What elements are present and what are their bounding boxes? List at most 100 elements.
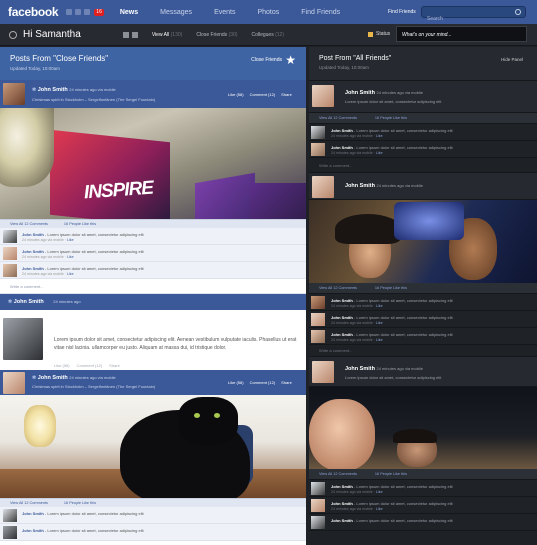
filter-view-all[interactable]: View All (130) [152, 32, 183, 38]
commenter-avatar[interactable] [3, 247, 17, 260]
view-all-comments-link[interactable]: View All 12 Comments [319, 472, 357, 476]
comment: John Smith - Lorem ipsum dolor sit amet,… [309, 311, 537, 328]
people-like-link[interactable]: 16 People Like this [375, 472, 407, 476]
comment: John Smith - Lorem ipsum dolor sit amet,… [0, 262, 306, 279]
search-icon[interactable] [515, 9, 521, 15]
comment: John Smith - Lorem ipsum dolor sit amet,… [309, 141, 537, 158]
view-all-comments-link[interactable]: View All 12 Comments [319, 286, 357, 290]
commenter-avatar[interactable] [311, 143, 325, 156]
write-comment-input[interactable]: Write a comment... [309, 158, 537, 173]
find-friends-link[interactable]: Find Friends [388, 9, 416, 15]
nav-news[interactable]: News [120, 9, 138, 16]
list-view-icon[interactable] [131, 31, 138, 38]
comment-like-link[interactable]: Like [376, 321, 383, 325]
notifications-icon[interactable] [84, 9, 91, 15]
post-author[interactable]: John Smith 24 minutes ago via mobile [345, 366, 423, 372]
comment-button[interactable]: Comment (12) [77, 363, 103, 368]
star-icon[interactable]: ★ [285, 54, 296, 66]
commenter-avatar[interactable] [311, 313, 325, 326]
search-input[interactable] [427, 16, 517, 22]
comment: John Smith - Lorem ipsum dolor sit amet,… [309, 514, 537, 531]
commenter-avatar[interactable] [311, 296, 325, 309]
commenter-avatar[interactable] [311, 330, 325, 343]
avatar[interactable] [312, 361, 334, 383]
lamp [24, 405, 56, 447]
close-friends-label[interactable]: Close Friends [251, 57, 282, 63]
friend-requests-icon[interactable] [66, 9, 73, 15]
commenter-avatar[interactable] [3, 526, 17, 539]
post-author[interactable]: John Smith 24 minutes ago via mobile [345, 183, 423, 189]
comment-like-link[interactable]: Like [67, 238, 74, 242]
commenter-avatar[interactable] [311, 482, 325, 495]
avatar[interactable] [3, 83, 25, 105]
panel-title: Post From "All Friends" [319, 55, 392, 62]
commenter-avatar[interactable] [311, 126, 325, 139]
comment-like-link[interactable]: Like [376, 151, 383, 155]
comment-like-link[interactable]: Like [376, 304, 383, 308]
comment: John Smith - Lorem ipsum dolor sit amet,… [0, 228, 306, 245]
view-all-comments-link[interactable]: View All 12 Comments [10, 222, 48, 226]
commenter-avatar[interactable] [3, 509, 17, 522]
write-comment-input[interactable]: Write a comment... [0, 279, 306, 294]
share-button[interactable]: Share [109, 363, 120, 368]
people-like-link[interactable]: 16 People Like this [64, 222, 96, 226]
nav-find-friends[interactable]: Find Friends [301, 9, 340, 16]
view-toggle [122, 31, 138, 38]
comment-like-link[interactable]: Like [376, 338, 383, 342]
post-photo[interactable]: INSPIRE [0, 108, 306, 219]
comment-like-link[interactable]: Like [376, 134, 383, 138]
messages-icon[interactable] [75, 9, 82, 15]
comment-like-link[interactable]: Like [67, 255, 74, 259]
view-all-comments-link[interactable]: View All 12 Comments [319, 116, 357, 120]
painting [195, 172, 255, 219]
people-like-link[interactable]: 16 People Like this [375, 286, 407, 290]
like-button[interactable]: Like (58) [228, 92, 244, 97]
comment-like-link[interactable]: Like [376, 490, 383, 494]
commenter-avatar[interactable] [311, 499, 325, 512]
like-button[interactable]: Like (58) [54, 363, 70, 368]
grid-view-icon[interactable] [122, 31, 129, 38]
nav-messages[interactable]: Messages [160, 9, 192, 16]
status-icon [368, 31, 373, 37]
post-author[interactable]: John Smith 24 minutes ago via mobile [345, 90, 423, 96]
post-author[interactable]: ✱ John Smith 24 minutes ago via mobile [32, 87, 116, 93]
filter-close-friends[interactable]: Close Friends (30) [196, 32, 237, 38]
comment-button[interactable]: Comment (12) [250, 92, 276, 97]
likes-bar: View All 12 Comments 16 People Like this [309, 469, 537, 480]
speaker-icon[interactable] [9, 30, 17, 39]
filter-collegues[interactable]: Collegues (12) [251, 32, 284, 38]
post-author[interactable]: ✱ John Smith 24 minutes ago via mobile [32, 375, 116, 381]
post-header: ✱ John Smith 24 minutes ago via mobile C… [0, 80, 306, 108]
status-button[interactable]: Status [368, 31, 390, 37]
facebook-logo[interactable]: facebook [8, 5, 59, 19]
avatar[interactable] [3, 318, 43, 360]
people-like-link[interactable]: 16 People Like this [64, 501, 96, 505]
share-button[interactable]: Share [281, 380, 292, 385]
avatar[interactable] [3, 372, 25, 394]
commenter-avatar[interactable] [3, 230, 17, 243]
comment-like-link[interactable]: Like [67, 272, 74, 276]
post-photo[interactable] [309, 200, 537, 283]
commenter-avatar[interactable] [311, 516, 325, 529]
screen [394, 202, 464, 240]
write-comment-input[interactable]: Write a comment... [309, 345, 537, 357]
comment: John Smith - Lorem ipsum dolor sit amet,… [309, 480, 537, 497]
view-all-comments-link[interactable]: View All 12 Comments [10, 501, 48, 505]
share-button[interactable]: Share [281, 92, 292, 97]
post-photo[interactable] [309, 387, 537, 469]
nav-events[interactable]: Events [214, 9, 235, 16]
nav-photos[interactable]: Photos [257, 9, 279, 16]
painting [50, 129, 170, 219]
avatar[interactable] [312, 85, 334, 107]
commenter-avatar[interactable] [3, 264, 17, 277]
post-photo[interactable] [0, 395, 306, 498]
comment-button[interactable]: Comment (12) [250, 380, 276, 385]
hide-panel-button[interactable]: Hide Panel [501, 57, 523, 62]
avatar[interactable] [312, 176, 334, 198]
post-text: Lorem ipsum dolor sit amet, consectetur … [345, 375, 442, 380]
comment-like-link[interactable]: Like [376, 507, 383, 511]
status-input[interactable]: What's on your mind... [396, 26, 527, 42]
like-button[interactable]: Like (58) [228, 380, 244, 385]
post-author[interactable]: ✱ John Smith 24 minutes ago [8, 299, 81, 305]
people-like-link[interactable]: 16 People Like this [375, 116, 407, 120]
